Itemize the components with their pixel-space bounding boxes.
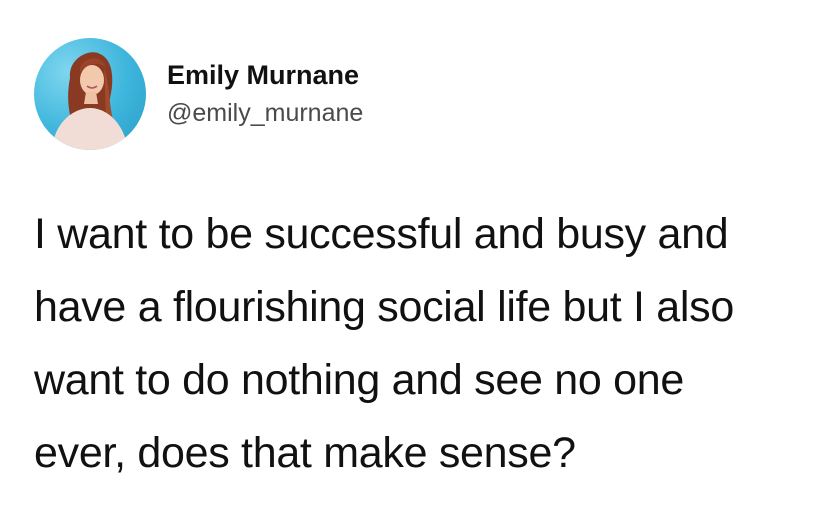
tweet-text-line: ever, does that make sense? [34,429,576,477]
avatar[interactable] [34,38,146,150]
tweet-text-line: I want to be successful and busy and [34,210,729,258]
author-info: Emily Murnane @emily_murnane [167,59,363,129]
tweet-header: Emily Murnane @emily_murnane [34,38,363,150]
display-name[interactable]: Emily Murnane [167,59,363,91]
profile-photo-icon [52,52,128,150]
tweet-text-line: have a flourishing social life but I als… [34,283,734,331]
tweet-text-line: want to do nothing and see no one [34,356,684,404]
user-handle[interactable]: @emily_murnane [167,97,363,129]
tweet-text: I want to be successful and busy and hav… [34,198,814,490]
tweet-card: Emily Murnane @emily_murnane I want to b… [0,0,828,527]
